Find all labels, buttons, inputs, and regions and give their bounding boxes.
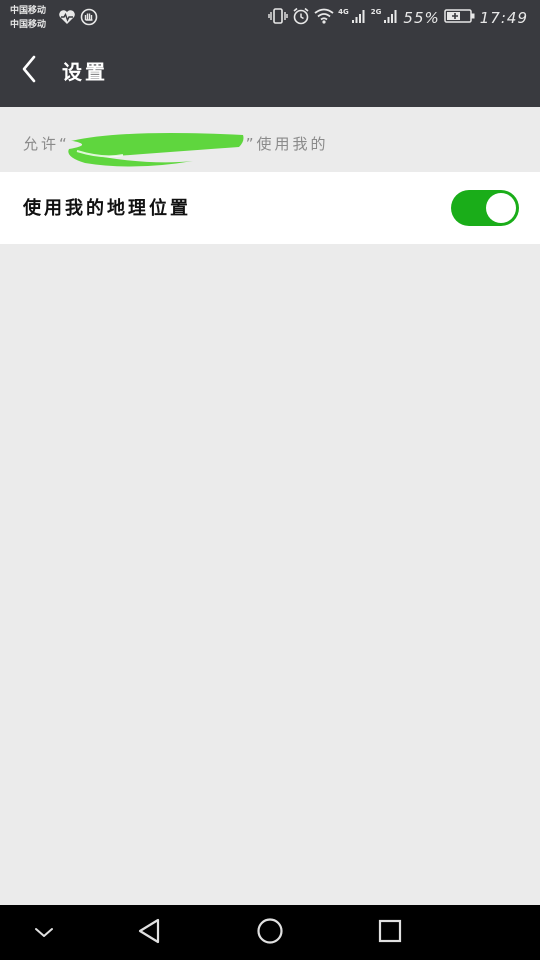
location-setting-label: 使用我的地理位置 [23,198,191,219]
collapse-button[interactable] [22,913,66,953]
page-title: 设置 [62,60,108,84]
network-type-2: 2G [370,8,382,16]
chevron-down-icon [33,924,55,943]
network-type-1: 4G [338,8,349,16]
signal-icon [351,8,367,28]
redaction-scribble [68,133,244,167]
toggle-knob [486,193,516,223]
wifi-icon [314,8,334,28]
signal-icon [383,8,399,28]
status-bar: 中国移动 中国移动 4G 2G 55% 17:49 [0,0,540,36]
clock: 17:49 [479,9,528,27]
location-toggle[interactable] [451,190,519,226]
alarm-icon [292,7,310,29]
location-setting-row[interactable]: 使用我的地理位置 [0,172,540,244]
back-triangle-icon [136,917,162,949]
home-circle-icon [256,917,284,949]
carrier-info: 中国移动 中国移动 [10,4,46,32]
recents-button[interactable] [368,913,412,953]
navigation-bar [0,905,540,960]
heart-rate-icon [58,9,76,29]
carrier-1: 中国移动 [10,6,47,16]
carrier-2: 中国移动 [10,20,47,30]
nav-back-button[interactable] [127,913,171,953]
section-header-suffix: ”使用我的 [245,135,329,153]
home-button[interactable] [248,913,292,953]
glove-icon [80,8,98,30]
vibrate-icon [268,7,288,29]
chevron-left-icon [21,55,37,87]
recents-square-icon [377,918,403,948]
back-button[interactable] [12,54,46,88]
battery-percent: 55% [403,9,440,27]
battery-icon [444,8,476,28]
title-bar: 设置 [0,36,540,107]
